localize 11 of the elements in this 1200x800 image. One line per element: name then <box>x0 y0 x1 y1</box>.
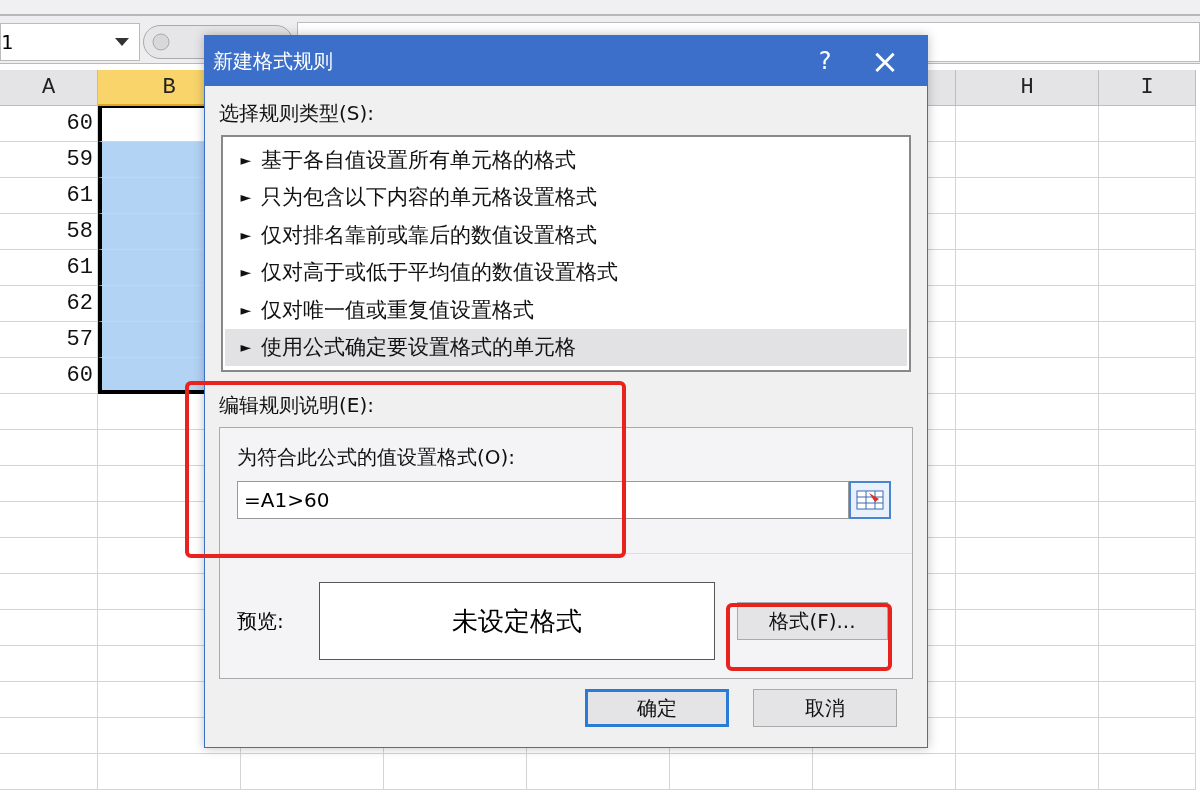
cell-reference: 1 <box>1 29 14 54</box>
preview-label: 预览: <box>237 607 285 635</box>
field-label: 为符合此公式的值设置格式(O): <box>237 444 517 471</box>
preview-box: 未设定格式 <box>319 582 715 660</box>
bullet-icon: ► <box>231 226 261 243</box>
bullet-icon: ► <box>231 339 261 356</box>
bullet-icon: ► <box>231 301 261 318</box>
bullet-icon: ► <box>231 264 261 281</box>
bullet-icon: ► <box>231 151 261 168</box>
section-label: 编辑规则说明(E): <box>219 392 375 419</box>
bullet-icon: ► <box>231 189 261 206</box>
